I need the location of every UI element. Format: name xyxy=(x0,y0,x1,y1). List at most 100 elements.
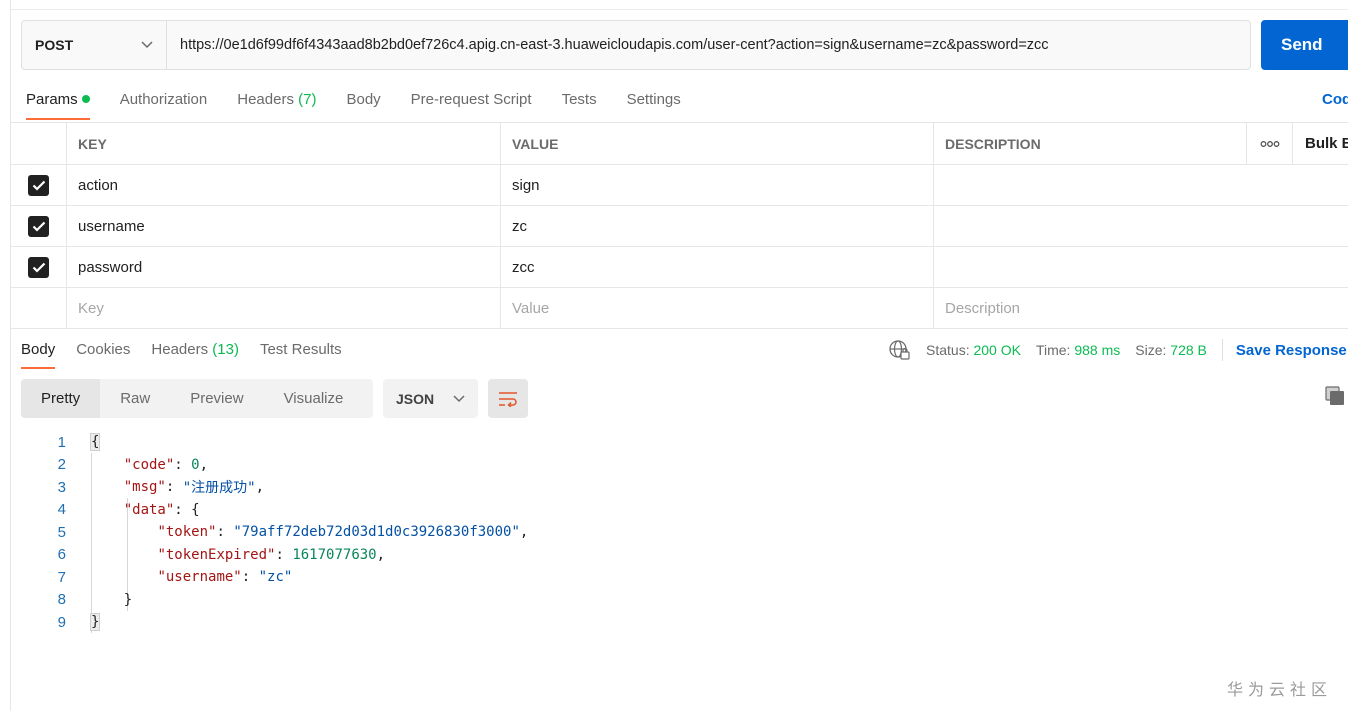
header-checkbox-cell xyxy=(11,123,67,164)
wrap-lines-icon xyxy=(499,391,517,407)
code-line: 6 "tokenExpired": 1617077630, xyxy=(40,544,528,567)
left-divider xyxy=(10,0,11,711)
time-indicator: Time: 988 ms xyxy=(1036,342,1120,358)
tab-headers-label: Headers xyxy=(237,91,294,108)
table-row: username zc xyxy=(11,206,1348,247)
row-checkbox-cell xyxy=(11,247,67,287)
new-value-input[interactable]: Value xyxy=(501,288,934,328)
save-response-button[interactable]: Save Response xyxy=(1236,342,1347,359)
chevron-down-icon xyxy=(141,38,153,52)
json-key: "msg" xyxy=(123,479,166,496)
new-description-input[interactable]: Description xyxy=(934,288,1246,328)
more-options-icon[interactable] xyxy=(1246,123,1293,164)
table-row: action sign xyxy=(11,165,1348,206)
code-line: 5 "token": "79aff72deb72d03d1d0c3926830f… xyxy=(40,521,529,544)
code-line: 9} xyxy=(40,611,528,634)
param-checkbox[interactable] xyxy=(28,174,49,196)
line-number: 4 xyxy=(57,501,66,519)
param-checkbox[interactable] xyxy=(28,256,49,278)
send-button[interactable]: Send xyxy=(1261,20,1348,70)
tab-cookies[interactable]: Cookies xyxy=(76,338,130,369)
network-globe-icon[interactable] xyxy=(888,339,910,361)
size-indicator: Size: 728 B xyxy=(1135,342,1207,358)
request-bar: POST https://0e1d6f99df6f4343aad8b2bd0ef… xyxy=(21,20,1251,70)
header-description: DESCRIPTION xyxy=(945,135,1041,152)
json-key: "username" xyxy=(157,569,242,586)
line-number: 5 xyxy=(57,523,66,541)
code-line: 1{ xyxy=(40,431,528,454)
param-value[interactable]: zcc xyxy=(501,247,934,287)
param-description[interactable] xyxy=(934,247,1246,287)
request-tabs: Params Authorization Headers (7) Body Pr… xyxy=(26,88,711,120)
param-description[interactable] xyxy=(934,165,1246,205)
new-key-input[interactable]: Key xyxy=(67,288,501,328)
code-brace: { xyxy=(191,501,200,518)
status-value: 200 OK xyxy=(973,342,1021,358)
response-body-code[interactable]: 1{ 2 "code": 0, 3 "msg": "注册成功", 4 "data… xyxy=(40,431,528,634)
top-divider xyxy=(10,9,1348,10)
view-mode-toggle: Pretty Raw Preview Visualize xyxy=(21,379,373,418)
checkmark-icon xyxy=(32,262,45,273)
view-visualize-button[interactable]: Visualize xyxy=(264,379,364,418)
code-line: 3 "msg": "注册成功", xyxy=(40,476,528,499)
table-row: password zcc xyxy=(11,247,1348,288)
url-input[interactable]: https://0e1d6f99df6f4343aad8b2bd0ef726c4… xyxy=(167,21,1250,69)
param-key[interactable]: username xyxy=(67,206,501,246)
bulk-edit-button[interactable]: Bulk Edit xyxy=(1293,123,1348,164)
tab-response-headers-label: Headers xyxy=(151,341,209,358)
method-select[interactable]: POST xyxy=(22,21,167,69)
response-tabs: Body Cookies Headers (13) Test Results xyxy=(21,338,363,369)
code-brace: { xyxy=(90,433,101,452)
row-checkbox-cell xyxy=(11,206,67,246)
header-key: KEY xyxy=(67,123,501,164)
view-raw-button[interactable]: Raw xyxy=(100,379,170,418)
tab-body[interactable]: Body xyxy=(346,88,380,120)
code-line: 4 "data": { xyxy=(40,499,528,522)
tab-params[interactable]: Params xyxy=(26,88,90,120)
tab-response-body[interactable]: Body xyxy=(21,338,56,369)
view-preview-button[interactable]: Preview xyxy=(170,379,263,418)
tab-headers-count: (7) xyxy=(298,91,317,108)
watermark: 华为云社区 xyxy=(1227,682,1333,699)
checkmark-icon xyxy=(32,180,45,191)
tab-headers[interactable]: Headers (7) xyxy=(237,88,316,120)
format-select[interactable]: JSON xyxy=(383,379,478,418)
json-key: "data" xyxy=(123,501,175,518)
params-table-header: KEY VALUE DESCRIPTION Bulk Edit xyxy=(11,123,1348,165)
line-number: 1 xyxy=(57,433,66,451)
header-value: VALUE xyxy=(501,123,934,164)
tab-response-headers-count: (13) xyxy=(212,341,239,358)
size-value: 728 B xyxy=(1170,342,1207,358)
json-number: 1617077630 xyxy=(292,546,377,563)
response-status-bar: Status: 200 OK Time: 988 ms Size: 728 B … xyxy=(888,339,1347,361)
tab-prerequest-script[interactable]: Pre-request Script xyxy=(411,88,532,120)
view-pretty-button[interactable]: Pretty xyxy=(21,379,101,418)
param-key[interactable]: action xyxy=(67,165,501,205)
format-label: JSON xyxy=(396,390,435,407)
code-snippet-link[interactable]: Code xyxy=(1322,91,1348,108)
tab-authorization[interactable]: Authorization xyxy=(120,88,208,120)
line-number: 9 xyxy=(57,613,66,631)
param-value[interactable]: zc xyxy=(501,206,934,246)
tab-test-results[interactable]: Test Results xyxy=(260,338,342,369)
code-line: 8 } xyxy=(40,589,528,612)
tab-tests[interactable]: Tests xyxy=(562,88,597,120)
json-string: "79aff72deb72d03d1d0c3926830f3000" xyxy=(233,524,520,541)
row-checkbox-cell xyxy=(11,165,67,205)
code-line: 7 "username": "zc" xyxy=(40,566,528,589)
param-key[interactable]: password xyxy=(67,247,501,287)
tab-response-headers[interactable]: Headers (13) xyxy=(151,338,239,369)
code-brace: } xyxy=(123,591,133,608)
checkmark-icon xyxy=(32,221,45,232)
copy-icon[interactable] xyxy=(1325,386,1345,406)
json-number: 0 xyxy=(191,456,200,473)
param-value[interactable]: sign xyxy=(501,165,934,205)
param-checkbox[interactable] xyxy=(28,215,49,237)
tab-settings[interactable]: Settings xyxy=(627,88,681,120)
json-key: "tokenExpired" xyxy=(157,546,276,563)
wrap-lines-button[interactable] xyxy=(488,379,528,418)
param-description[interactable] xyxy=(934,206,1246,246)
status-divider xyxy=(1221,339,1223,361)
params-active-dot-icon xyxy=(81,95,90,104)
params-table: KEY VALUE DESCRIPTION Bulk Edit action s… xyxy=(11,122,1348,329)
